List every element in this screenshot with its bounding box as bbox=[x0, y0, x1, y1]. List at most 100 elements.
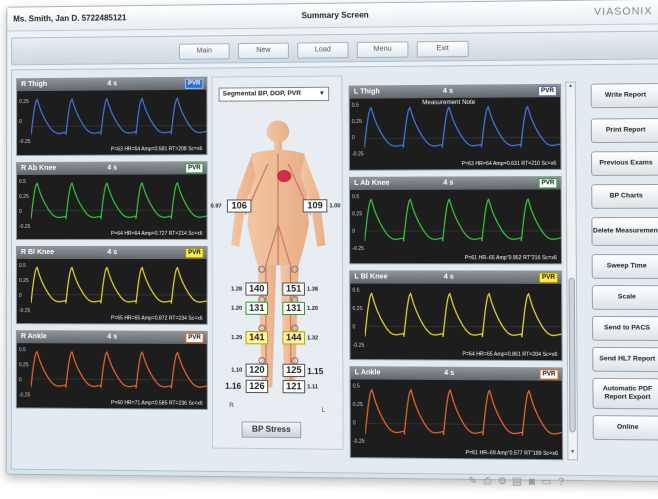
panel-label: L Bl Knee bbox=[354, 273, 388, 281]
panel-r-bl-knee[interactable]: R Bl Knee 4 s PVR 0.5 0.25 0 -0.25 P=65 … bbox=[15, 245, 208, 325]
y-tick: -0.25 bbox=[352, 245, 365, 253]
waveform-line bbox=[364, 107, 560, 149]
pressure-ratio: 1.32 bbox=[307, 335, 319, 342]
panel-time: 4 s bbox=[443, 273, 454, 281]
bp-stress-button[interactable]: BP Stress bbox=[241, 421, 302, 439]
panel-r-thigh[interactable]: R Thigh 4 s PVR 0.25 0 -0.25 P=63 HR=64 … bbox=[16, 76, 208, 157]
help-icon[interactable]: ? bbox=[554, 477, 569, 489]
y-tick: 0 bbox=[352, 420, 356, 427]
y-tick: 0.5 bbox=[352, 383, 360, 390]
pvr-badge[interactable]: PVR bbox=[539, 369, 559, 380]
y-tick: 0.25 bbox=[352, 401, 363, 409]
scroll-down-icon[interactable]: ▼ bbox=[568, 449, 577, 459]
pressure-value[interactable]: 131 bbox=[245, 301, 269, 315]
panel-l-bl-knee[interactable]: L Bl Knee 4 s PVR 0.5 0.25 0 -0.25 P=64 … bbox=[349, 270, 563, 362]
online-button[interactable]: Online bbox=[592, 415, 658, 441]
exit-button[interactable]: Exit bbox=[416, 40, 469, 58]
panel-header: R Thigh 4 s PVR bbox=[17, 77, 207, 92]
panel-stats: P=63 HR=64 Amp=0.581 RT=208 Sc=x6 bbox=[110, 146, 203, 153]
body-figure bbox=[230, 120, 326, 408]
scale-button[interactable]: Scale bbox=[591, 285, 658, 310]
waveform-line bbox=[31, 268, 207, 304]
send-to-pacs-button[interactable]: Send to PACS bbox=[591, 315, 658, 342]
menu-button[interactable]: Menu bbox=[356, 41, 409, 59]
panel-label: R Thigh bbox=[21, 80, 48, 89]
panel-r-ab-knee[interactable]: R Ab Knee 4 s PVR 0.5 0.25 0 -0.25 P=64 … bbox=[15, 161, 208, 240]
panel-l-thigh[interactable]: L Thigh 4 s PVR Measurement Note 0.5 0.2… bbox=[348, 83, 562, 171]
printer-icon[interactable]: ⎙ bbox=[480, 476, 495, 487]
panel-scrollbar[interactable]: ▲ ▼ bbox=[565, 81, 579, 461]
panel-time: 4 s bbox=[442, 87, 454, 95]
right-side-label: R bbox=[229, 403, 234, 410]
scroll-thumb[interactable] bbox=[568, 277, 576, 433]
pvr-badge[interactable]: PVR bbox=[185, 163, 204, 174]
y-tick: 0.25 bbox=[352, 211, 363, 218]
y-tick: 0 bbox=[352, 324, 356, 331]
y-tick: 0 bbox=[19, 208, 22, 215]
camera-icon[interactable]: ◙ bbox=[524, 476, 539, 488]
pressure-value[interactable]: 120 bbox=[245, 363, 269, 377]
scroll-up-icon[interactable]: ▲ bbox=[566, 83, 574, 93]
panel-header: R Ab Knee 4 s PVR bbox=[17, 162, 207, 176]
mode-select[interactable]: Segmental BP, DOP, PVR ▼ bbox=[218, 86, 330, 102]
y-tick: -0.25 bbox=[352, 342, 365, 349]
pressure-value[interactable]: 144 bbox=[282, 331, 306, 345]
wrench-icon[interactable]: ✎ bbox=[465, 476, 480, 487]
write-report-button[interactable]: Write Report bbox=[590, 83, 658, 109]
panel-r-ankle[interactable]: R Ankle 4 s PVR 0.5 0.25 0 -0.25 P=60 HR… bbox=[15, 330, 208, 410]
pressure-value[interactable]: 140 bbox=[245, 282, 268, 296]
waveform bbox=[365, 382, 562, 451]
waveform bbox=[31, 92, 206, 147]
monitor-icon[interactable]: ▭ bbox=[539, 477, 554, 489]
pressure-ratio: 1.29 bbox=[231, 335, 243, 342]
brachial-right-ratio: 1.00 bbox=[329, 203, 341, 210]
print-report-button[interactable]: Print Report bbox=[590, 118, 658, 144]
action-sidebar: Write Report Print Report Previous Exams… bbox=[588, 64, 658, 475]
pvr-badge[interactable]: PVR bbox=[185, 332, 204, 344]
pressure-value[interactable]: 125 bbox=[282, 363, 306, 378]
file-icon[interactable]: ▤ bbox=[510, 476, 525, 488]
pvr-badge[interactable]: PVR bbox=[185, 247, 204, 259]
delete-measurement-button[interactable]: Delete Measurement bbox=[591, 216, 658, 246]
pressure-value[interactable]: 151 bbox=[282, 282, 305, 296]
main-button[interactable]: Main bbox=[178, 43, 230, 60]
brachial-left-pressure[interactable]: 106 bbox=[226, 199, 252, 213]
y-tick: 0.5 bbox=[352, 287, 360, 294]
load-button[interactable]: Load bbox=[297, 42, 349, 59]
pressure-ratio: 1.16 bbox=[225, 381, 242, 391]
previous-exams-button[interactable]: Previous Exams bbox=[590, 150, 658, 176]
brachial-left-ratio: 0.97 bbox=[210, 203, 222, 210]
panel-l-ab-knee[interactable]: L Ab Knee 4 s PVR 0.5 0.25 0 -0.25 P=61 … bbox=[348, 176, 563, 265]
new-button[interactable]: New bbox=[237, 42, 289, 60]
y-tick: 0.25 bbox=[18, 362, 29, 369]
mode-select-value: Segmental BP, DOP, PVR bbox=[222, 89, 302, 98]
brachial-right-pressure[interactable]: 109 bbox=[302, 199, 328, 213]
y-tick: -0.25 bbox=[18, 392, 31, 399]
bp-charts-button[interactable]: BP Charts bbox=[591, 183, 658, 209]
panel-stats: P=64 HR=64 Amp=0.727 RT=214 Sc=x6 bbox=[110, 230, 203, 237]
automatic-pdf-export-button[interactable]: Automatic PDF Report Export bbox=[592, 377, 658, 410]
waveform bbox=[31, 345, 207, 401]
pvr-badge[interactable]: PVR bbox=[185, 78, 204, 89]
panel-header: R Ankle 4 s PVR bbox=[16, 331, 207, 345]
pressure-value[interactable]: 141 bbox=[245, 331, 269, 345]
panel-time: 4 s bbox=[107, 333, 118, 341]
waveform bbox=[31, 176, 207, 231]
y-tick: -0.25 bbox=[352, 438, 365, 445]
pvr-badge[interactable]: PVR bbox=[537, 85, 557, 97]
title-bar: Ms. Smith, Jan D. 5722485121 Summary Scr… bbox=[7, 0, 658, 32]
pvr-badge[interactable]: PVR bbox=[538, 178, 558, 189]
panel-stats: P=64 HR=65 Amp=0.861 RT=204 Sc=x6 bbox=[462, 351, 558, 359]
send-hl7-report-button[interactable]: Send HL7 Report bbox=[592, 346, 658, 373]
panel-label: L Thigh bbox=[353, 88, 380, 96]
pressure-value[interactable]: 121 bbox=[282, 380, 306, 394]
y-tick: 0 bbox=[18, 293, 22, 300]
pressure-value[interactable]: 131 bbox=[282, 301, 306, 316]
gear-icon[interactable]: ⚙ bbox=[495, 476, 510, 488]
sweep-time-button[interactable]: Sweep Time bbox=[591, 254, 658, 279]
panel-l-ankle[interactable]: L Ankle 4 s PVR 0.5 0.25 0 -0.25 P=61 HR… bbox=[349, 366, 564, 461]
pressure-value[interactable]: 126 bbox=[245, 379, 269, 394]
pvr-badge[interactable]: PVR bbox=[538, 272, 558, 283]
nav-bar: Main New Load Menu Exit bbox=[11, 30, 658, 66]
waveform bbox=[31, 261, 207, 316]
